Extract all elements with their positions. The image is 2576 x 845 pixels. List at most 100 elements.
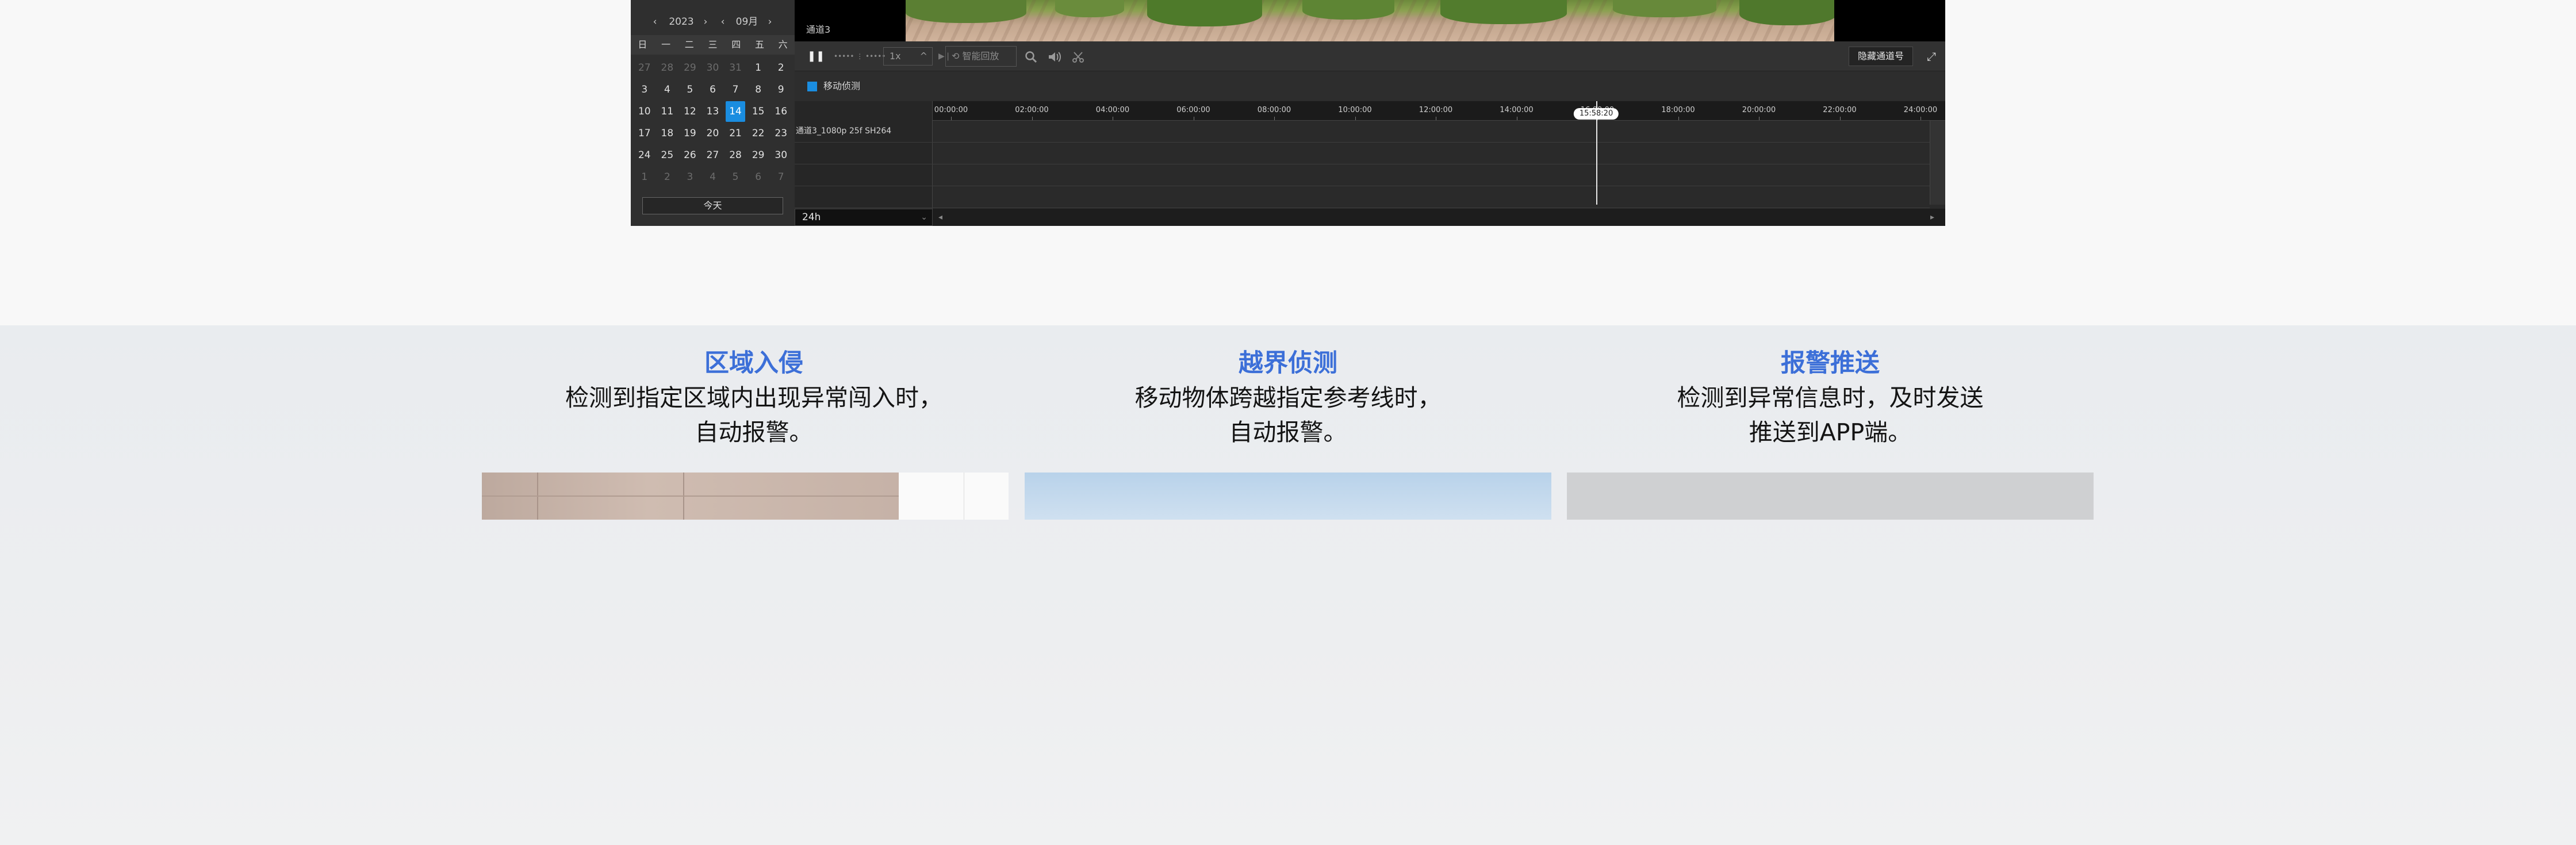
calendar-day[interactable]: 11: [656, 101, 679, 122]
year-label[interactable]: 2023: [664, 10, 699, 33]
player-main: 通道3 ❚❚ ••••• ⋮ ••••• 1x ^ ▶❘ ⟲ 智能回放 隐藏通道…: [795, 0, 1945, 226]
timeline-tick-mark: [1032, 117, 1033, 120]
calendar-day[interactable]: 7: [769, 166, 792, 188]
timeline-vertical-scrollbar[interactable]: [1930, 121, 1945, 205]
smart-playback-button[interactable]: ⟲ 智能回放: [945, 46, 1017, 67]
zoom-select[interactable]: 24h ⌄: [795, 209, 933, 226]
calendar-day[interactable]: 22: [747, 122, 770, 144]
month-label[interactable]: 09月: [730, 10, 764, 33]
calendar-day-selected[interactable]: 14: [726, 101, 745, 122]
playhead-time[interactable]: 15:58:20: [1573, 108, 1619, 120]
playback-panel: ‹ 2023 › ‹ 09月 › 日一二三四五六 27 28 29 30 31 1 2 3 4 5…: [631, 0, 1945, 226]
chevron-up-icon: ^: [919, 51, 927, 62]
feature-title: 越界侦测: [1239, 349, 1337, 378]
calendar-day[interactable]: 31: [724, 57, 747, 79]
speed-select[interactable]: 1x ^: [883, 47, 933, 66]
timeline-tick-mark: [1839, 117, 1841, 120]
timeline-tick-label: 06:00:00: [1176, 106, 1210, 114]
calendar-day[interactable]: 3: [633, 79, 656, 101]
today-button[interactable]: 今天: [642, 197, 783, 214]
calendar-day[interactable]: 2: [656, 166, 679, 188]
timeline-tick-mark: [951, 117, 952, 120]
calendar-day[interactable]: 9: [769, 79, 792, 101]
timeline-empty-row: [795, 164, 933, 186]
zoom-value: 24h: [802, 212, 821, 223]
calendar-day[interactable]: 6: [702, 79, 724, 101]
volume-icon[interactable]: [1048, 41, 1061, 71]
feature-description-line: 检测到异常信息时，及时发送: [1677, 384, 1984, 412]
calendar-day[interactable]: 29: [747, 144, 770, 166]
volume-slider[interactable]: ••••• ⋮ •••••: [834, 41, 885, 71]
scroll-right-icon[interactable]: ▸: [1930, 209, 1934, 226]
feature-title: 报警推送: [1781, 349, 1880, 378]
timeline-tick-label: 24:00:00: [1903, 106, 1938, 114]
calendar-day[interactable]: 4: [702, 166, 724, 188]
video-viewport[interactable]: 通道3: [795, 0, 1945, 41]
next-year-button[interactable]: ›: [700, 10, 711, 33]
calendar-day[interactable]: 27: [702, 144, 724, 166]
search-icon[interactable]: [1025, 41, 1037, 71]
prev-year-button[interactable]: ‹: [649, 10, 661, 33]
timeline-tick-label: 12:00:00: [1419, 106, 1453, 114]
timeline-track[interactable]: [933, 143, 1930, 164]
speed-value: 1x: [890, 51, 901, 62]
calendar-day[interactable]: 27: [633, 57, 656, 79]
calendar-day[interactable]: 28: [724, 144, 747, 166]
feature-description-line: 自动报警。: [695, 418, 813, 446]
feature-line-crossing: 越界侦测 移动物体跨越指定参考线时， 自动报警。: [1025, 346, 1551, 450]
feature-image-alarm-push: [1567, 473, 2094, 520]
timeline-ruler[interactable]: 00:00:00 02:00:00 04:00:00 06:00:00 08:00:00…: [933, 101, 1945, 121]
timeline-track[interactable]: [933, 186, 1930, 208]
calendar-day[interactable]: 13: [702, 101, 724, 122]
calendar-day[interactable]: 15: [747, 101, 770, 122]
calendar-day[interactable]: 1: [633, 166, 656, 188]
pause-button[interactable]: ❚❚: [807, 41, 825, 71]
timeline-track[interactable]: [933, 121, 1930, 143]
timeline-horizontal-scrollbar[interactable]: ◂ ▸: [936, 209, 1937, 226]
calendar-day[interactable]: 6: [747, 166, 770, 188]
hide-channel-button[interactable]: 隐藏通道号: [1849, 47, 1913, 66]
fullscreen-icon[interactable]: ⤢: [1927, 41, 1936, 71]
scissors-icon[interactable]: [1072, 41, 1084, 71]
calendar-day[interactable]: 24: [633, 144, 656, 166]
calendar-day[interactable]: 7: [724, 79, 747, 101]
timeline-footer: 24h ⌄ ◂ ▸: [795, 209, 1945, 226]
calendar-day[interactable]: 12: [678, 101, 702, 122]
calendar-day[interactable]: 30: [702, 57, 724, 79]
detection-color-swatch[interactable]: [807, 82, 817, 91]
timeline-tracks[interactable]: [933, 121, 1945, 208]
timeline-tick-label: 18:00:00: [1661, 106, 1695, 114]
calendar-day[interactable]: 8: [747, 79, 770, 101]
calendar-day[interactable]: 26: [678, 144, 702, 166]
calendar-day[interactable]: 29: [678, 57, 702, 79]
timeline-tick-label: 00:00:00: [934, 106, 968, 114]
calendar-day[interactable]: 3: [678, 166, 702, 188]
date-calendar: ‹ 2023 › ‹ 09月 › 日一二三四五六 27 28 29 30 31 1 2 3 4 5…: [631, 0, 795, 226]
calendar-day[interactable]: 25: [656, 144, 679, 166]
calendar-day[interactable]: 1: [747, 57, 770, 79]
calendar-day[interactable]: 30: [769, 144, 792, 166]
smart-playback-label: 智能回放: [962, 51, 999, 62]
next-month-button[interactable]: ›: [764, 10, 776, 33]
calendar-day[interactable]: 5: [678, 79, 702, 101]
calendar-day[interactable]: 16: [769, 101, 792, 122]
calendar-day[interactable]: 18: [656, 122, 679, 144]
calendar-day[interactable]: 10: [633, 101, 656, 122]
calendar-day[interactable]: 17: [633, 122, 656, 144]
timeline-channel-row[interactable]: 通道3_1080p 25f SH264: [795, 121, 933, 143]
calendar-day[interactable]: 4: [656, 79, 679, 101]
calendar-day[interactable]: 2: [769, 57, 792, 79]
prev-month-button[interactable]: ‹: [717, 10, 729, 33]
timeline-tick-label: 04:00:00: [1095, 106, 1130, 114]
timeline-track[interactable]: [933, 164, 1930, 186]
calendar-day[interactable]: 28: [656, 57, 679, 79]
calendar-day[interactable]: 23: [769, 122, 792, 144]
calendar-day[interactable]: 5: [724, 166, 747, 188]
calendar-day[interactable]: 19: [678, 122, 702, 144]
scroll-left-icon[interactable]: ◂: [938, 209, 942, 226]
feature-area-intrusion: 区域入侵 检测到指定区域内出现异常闯入时， 自动报警。: [490, 346, 1017, 450]
calendar-day[interactable]: 21: [724, 122, 747, 144]
timeline-tick-label: 02:00:00: [1015, 106, 1049, 114]
timeline-tick-label: 08:00:00: [1257, 106, 1291, 114]
calendar-day[interactable]: 20: [702, 122, 724, 144]
